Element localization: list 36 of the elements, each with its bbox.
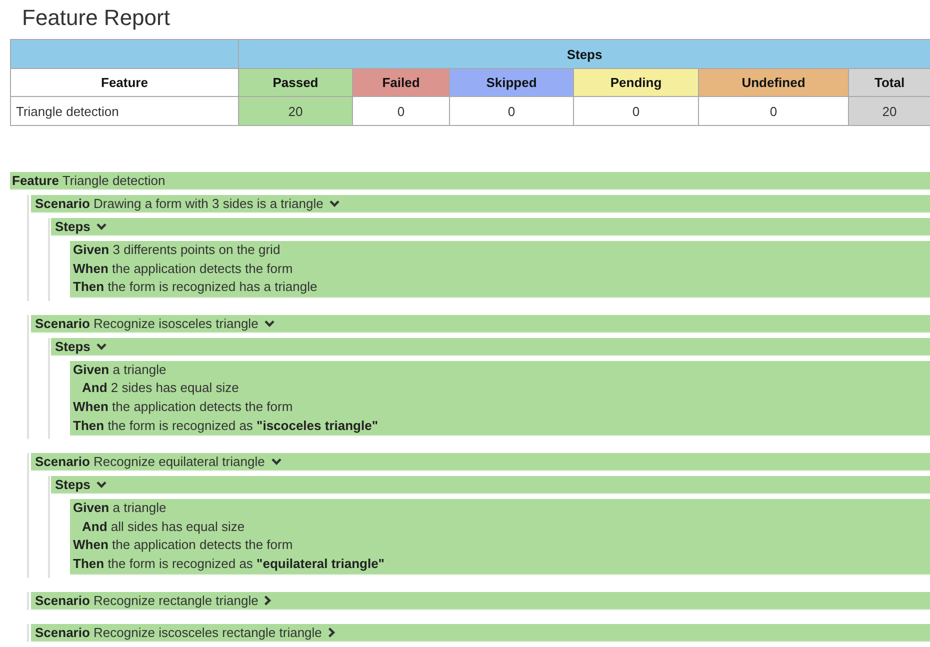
table-cell: 0 [698,96,848,126]
scenario-toggle[interactable]: Scenario Recognize equilateral triangle [31,453,930,472]
steps-toggle[interactable]: Steps [51,338,930,356]
step-line: When the application detects the form [73,260,294,278]
step-line: When the application detects the form [73,398,294,416]
step-line: Then the form is recognized has a triangle [73,278,318,296]
table-cell: Triangle detection [10,96,238,126]
scenario-toggle[interactable]: Scenario Recognize iscosceles rectangle triangle [31,624,930,642]
step-line: Given 3 differents points on the grid [73,241,282,259]
table-cell: 20 [848,96,930,126]
column-header: Total [848,68,930,96]
step-line: Given a triangle [73,499,168,518]
step-line: Given a triangle [73,360,168,379]
column-header: Passed [238,68,352,96]
table-cell: 0 [574,96,698,126]
table-cell: 0 [352,96,450,126]
step-line: Then the form is recognized as "equilateral triangle" [73,554,386,573]
table-cell: 20 [238,96,352,126]
step-line: When the application detects the form [73,536,294,554]
column-header: Feature [10,68,238,96]
column-group-header: Steps [238,40,930,68]
step-line: And 2 sides has equal size [81,379,240,398]
step-line: And all sides has equal size [81,518,246,536]
scenario-toggle[interactable]: Scenario Recognize isosceles triangle [31,314,930,333]
scenario-toggle[interactable]: Scenario Recognize rectangle triangle [31,592,930,610]
column-header: Failed [352,68,450,96]
column-header: Undefined [698,68,848,96]
steps-toggle[interactable]: Steps [51,218,930,236]
step-line: Then the form is recognized as "iscoceles triangle" [73,416,379,435]
column-header: Skipped [450,68,574,96]
table-cell: 0 [450,96,574,126]
page-title: Feature Report [22,4,170,32]
feature-heading: Feature Triangle detection [10,172,930,190]
column-header: Pending [574,68,698,96]
steps-toggle[interactable]: Steps [51,476,930,494]
scenario-toggle[interactable]: Scenario Drawing a form with 3 sides is a triangle [31,195,930,213]
